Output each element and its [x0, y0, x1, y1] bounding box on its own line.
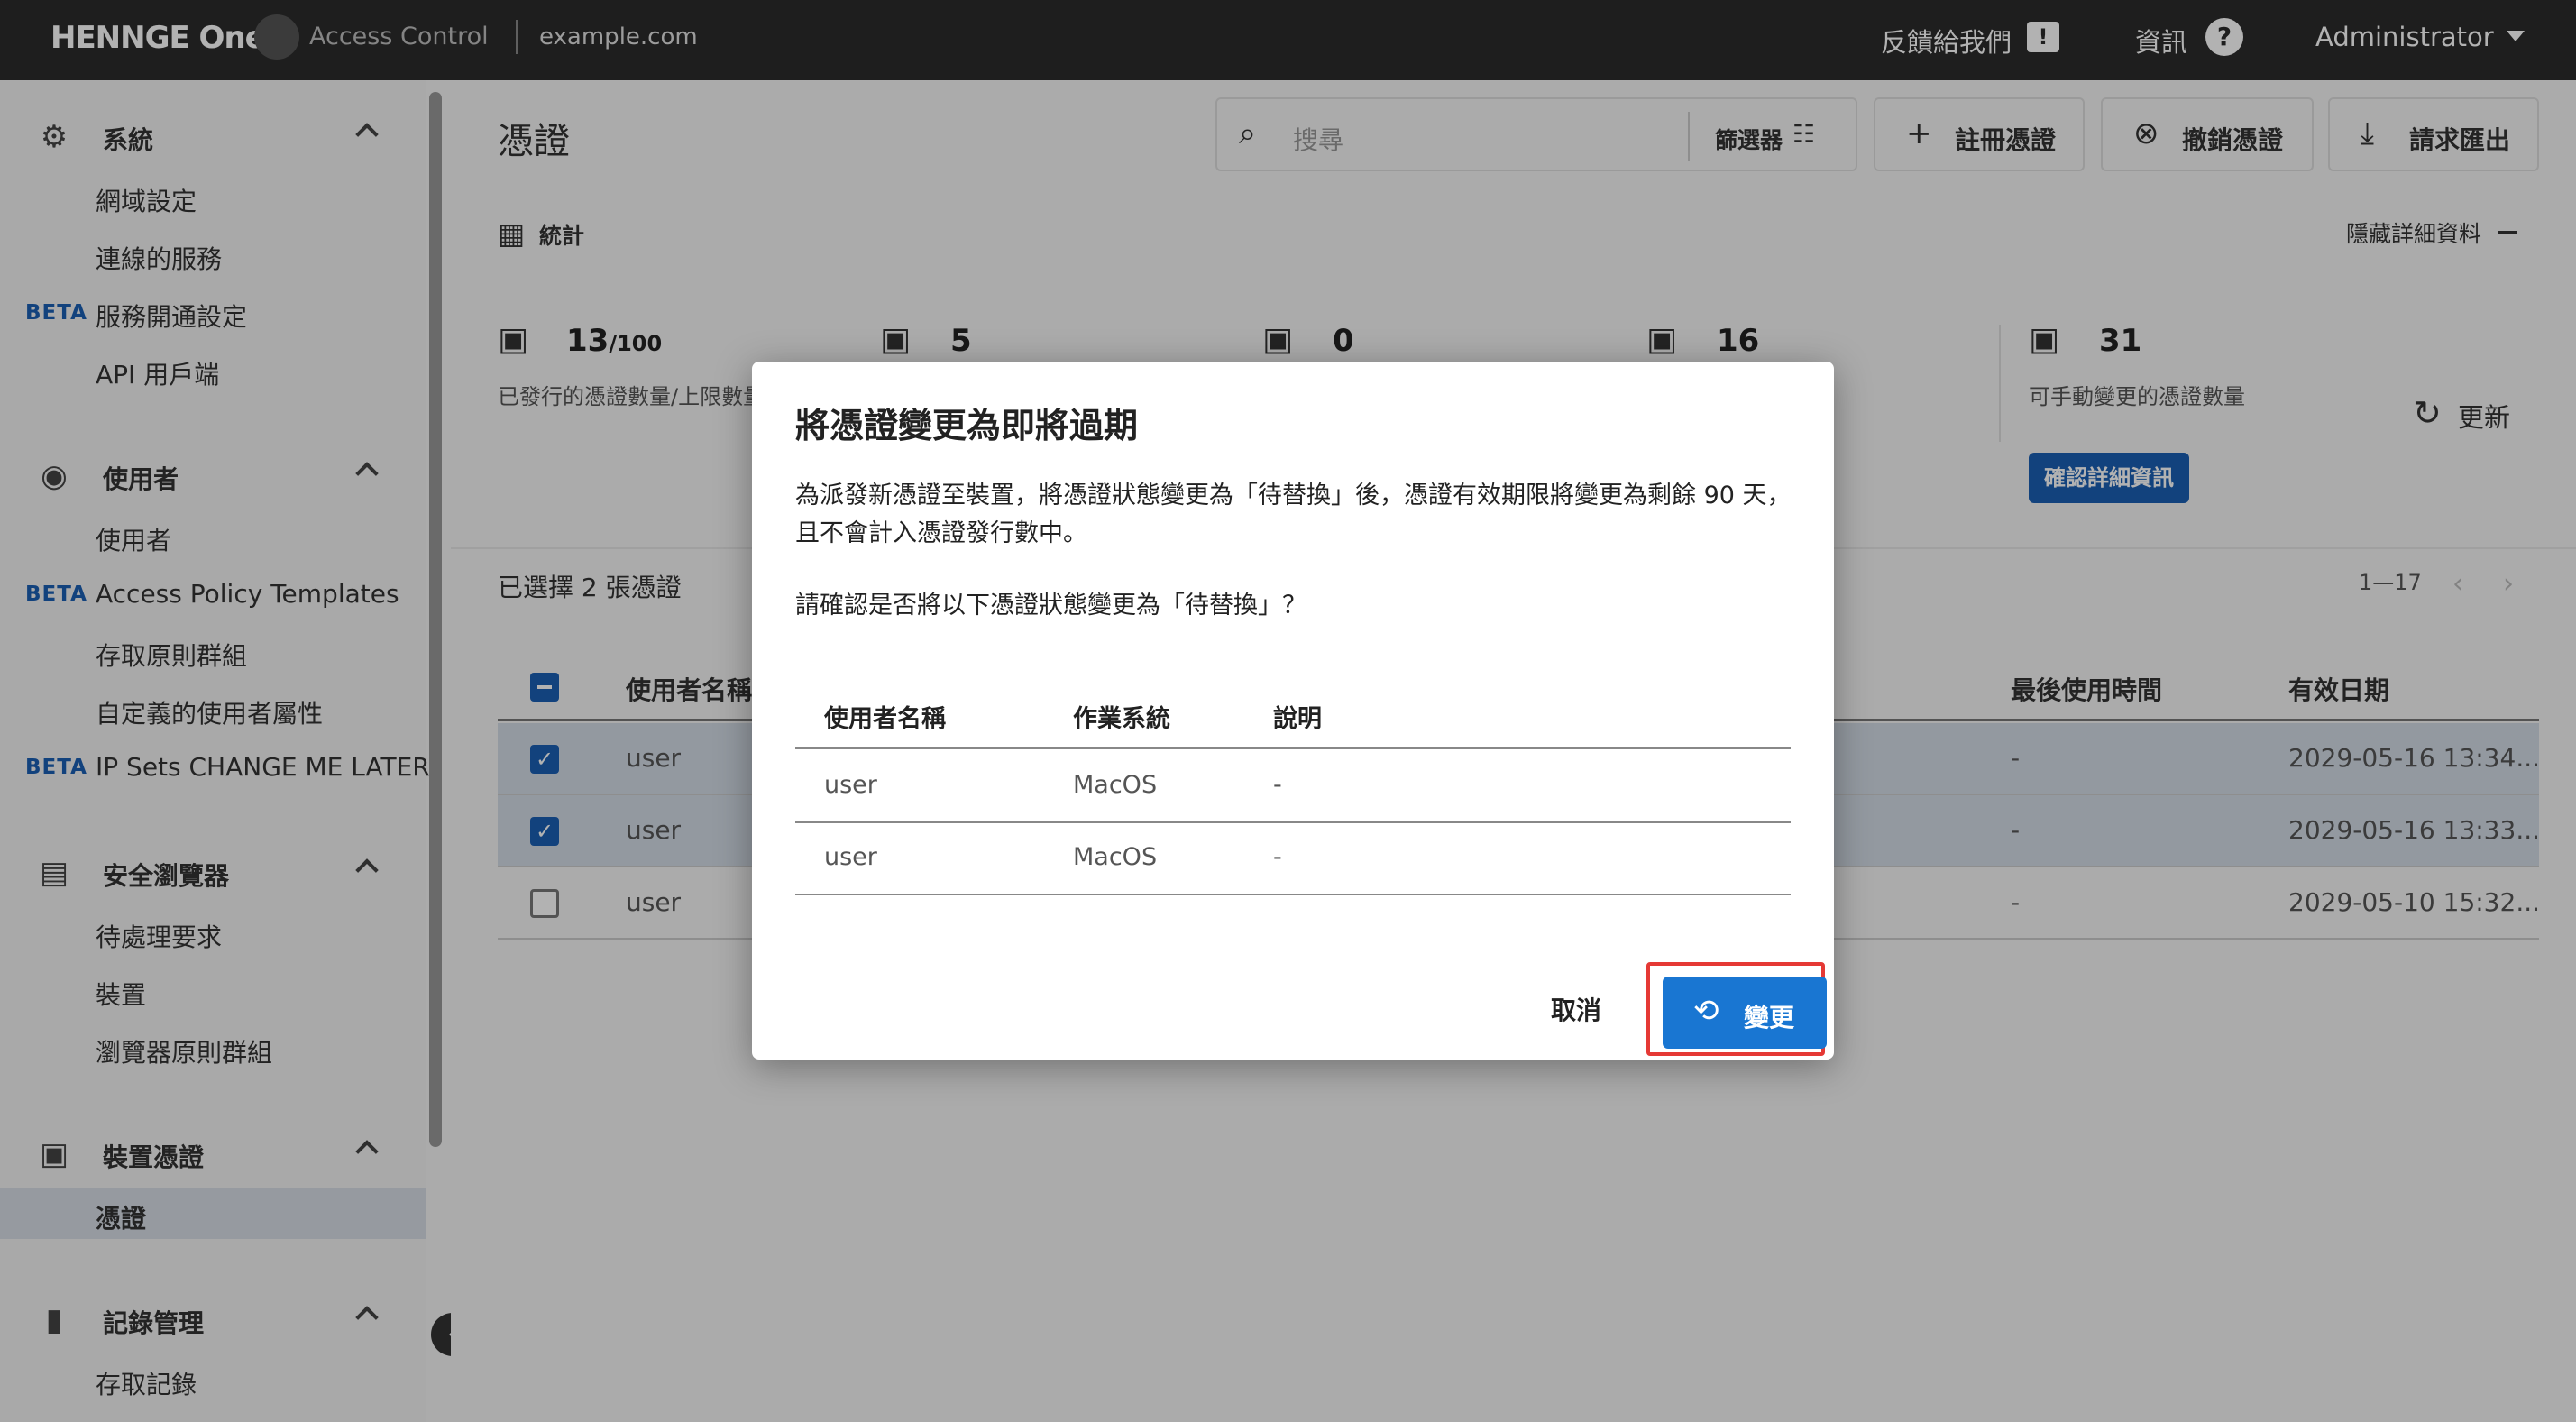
change-status-dialog: 將憑證變更為即將過期 為派發新憑證至裝置，將憑證狀態變更為「待替換」後，憑證有效… [752, 362, 1834, 1060]
dialog-table-row: user MacOS - [795, 823, 1791, 895]
dialog-cell-os: MacOS [1073, 771, 1158, 799]
dialog-table-row: user MacOS - [795, 751, 1791, 823]
swap-arrows-icon: ⟲ [1693, 993, 1719, 1029]
dialog-table-header: 使用者名稱 作業系統 說明 [795, 681, 1791, 749]
cancel-button[interactable]: 取消 [1551, 991, 1601, 1027]
dialog-cell-description: - [1273, 771, 1282, 799]
dialog-cell-description: - [1273, 843, 1282, 871]
dialog-cell-username: user [824, 771, 877, 799]
dialog-cell-os: MacOS [1073, 843, 1158, 871]
dialog-column-description: 說明 [1273, 705, 1322, 733]
change-button-label: 變更 [1744, 1003, 1795, 1032]
dialog-cell-username: user [824, 843, 877, 871]
change-button[interactable]: ⟲ 變更 [1663, 977, 1827, 1049]
dialog-column-os: 作業系統 [1073, 705, 1170, 733]
dialog-confirm-question: 請確認是否將以下憑證狀態變更為「待替換」？ [795, 592, 1306, 619]
highlight-box: ⟲ 變更 [1646, 962, 1827, 1056]
dialog-column-username: 使用者名稱 [824, 705, 946, 733]
dialog-description: 為派發新憑證至裝置，將憑證狀態變更為「待替換」後，憑證有效期限將變更為剩餘 90… [795, 482, 1792, 547]
dialog-title: 將憑證變更為即將過期 [795, 406, 1139, 445]
